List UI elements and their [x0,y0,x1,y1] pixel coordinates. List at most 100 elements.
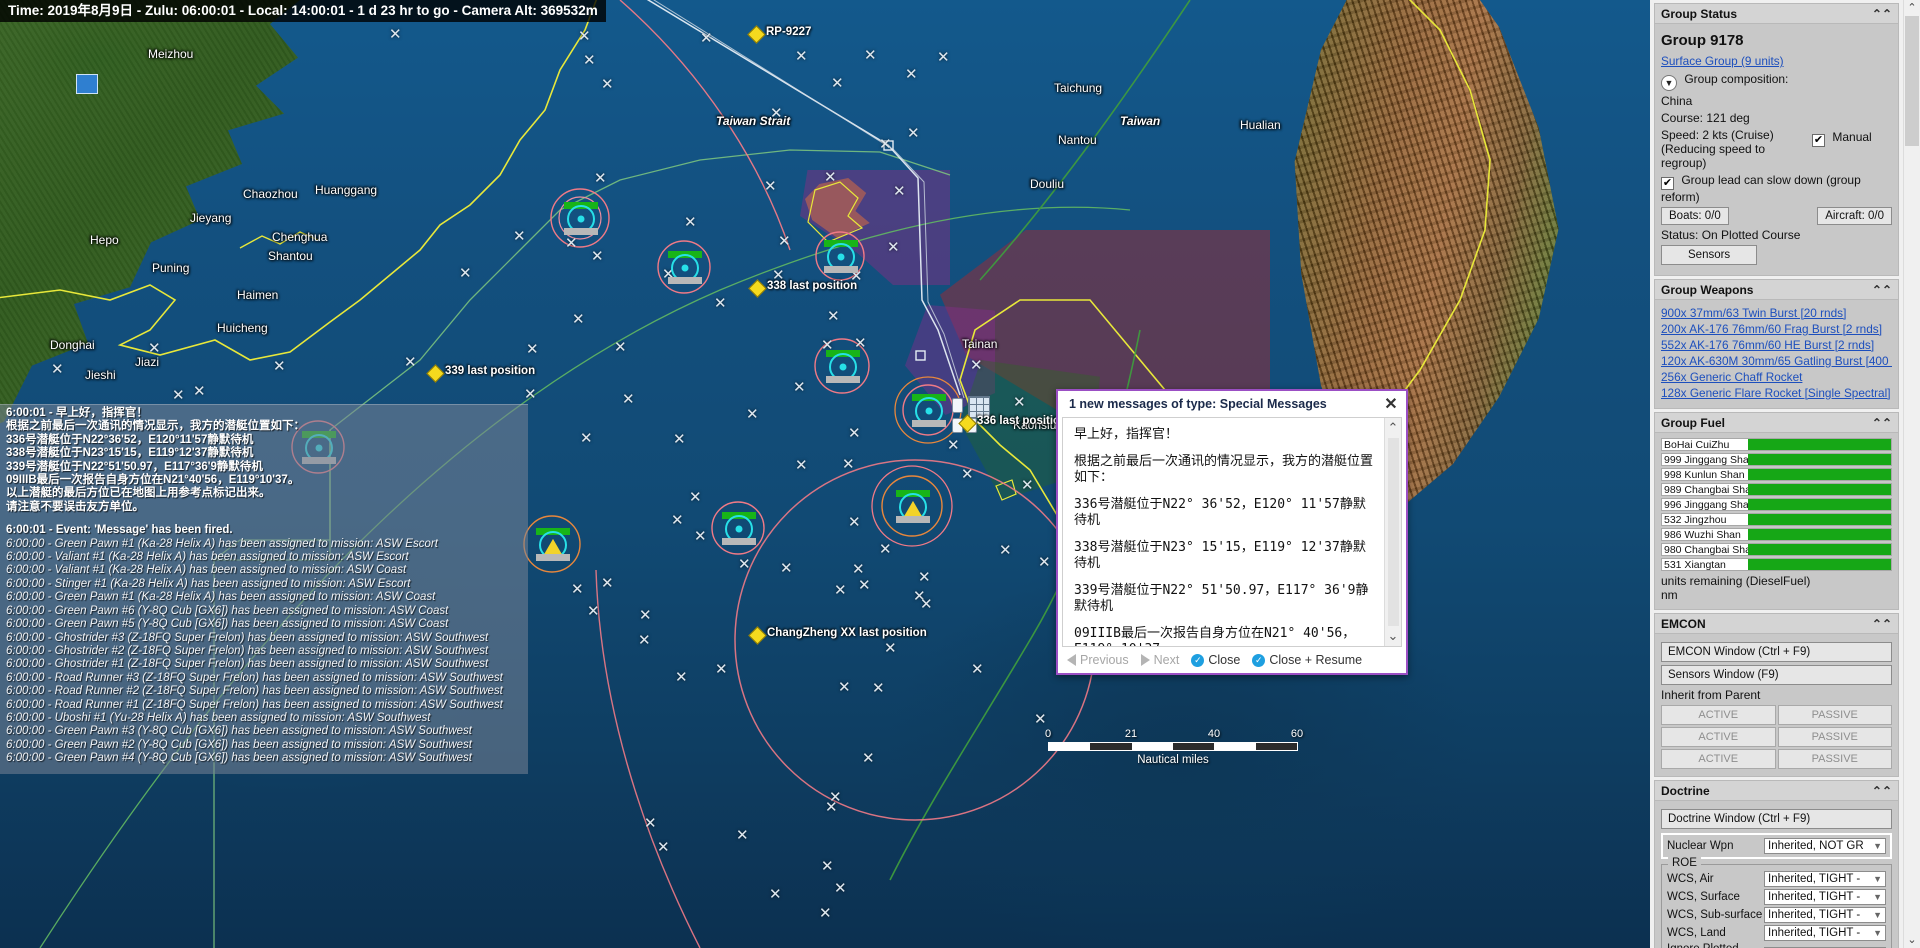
reference-point[interactable]: 339 last position [426,364,535,383]
scroll-thumb[interactable] [1905,16,1919,146]
chevron-up-icon[interactable]: ⌃⌃ [1872,283,1892,297]
airbase-icon[interactable] [968,396,990,418]
fuel-bar-track [1748,454,1891,465]
log-line: 6:00:00 - Green Pawn #1 (Ka-28 Helix A) … [6,537,438,550]
reference-point[interactable]: RP-9227 [747,25,811,44]
contact-x-icon: ✕ [834,582,847,599]
reference-point[interactable]: ChangZheng XX last position [748,626,927,645]
fuel-row: 531 Xiangtan [1661,558,1892,571]
emcon-passive-button[interactable]: PASSIVE [1777,749,1892,769]
group-speed-row: Speed: 2 kts (Cruise) (Reducing speed to… [1661,128,1892,170]
doctrine-window-button[interactable]: Doctrine Window (Ctrl + F9) [1661,809,1892,829]
unit-marker[interactable] [911,394,946,427]
reference-point-label: 336 last position [977,415,1068,427]
close-button[interactable]: ✓ Close [1187,652,1244,668]
chevron-up-icon[interactable]: ⌃⌃ [1872,617,1892,631]
unit-marker[interactable] [563,202,598,235]
section-header-group-status[interactable]: Group Status ⌃⌃ [1654,3,1899,24]
special-messages-dialog[interactable]: 1 new messages of type: Special Messages… [1056,389,1408,675]
unit-marker[interactable] [667,251,702,284]
unit-center-dot [839,363,846,370]
contact-x-icon: ✕ [834,880,847,897]
group-speed-line2: (Reducing speed to regroup) [1661,142,1766,170]
contact-x-icon: ✕ [842,456,855,473]
emcon-active-button[interactable]: ACTIVE [1661,727,1776,747]
chevron-up-icon[interactable]: ⌃⌃ [1872,416,1892,430]
group-type-link[interactable]: Surface Group (9 units) [1661,53,1892,69]
roe-select[interactable]: Inherited, TIGHT - ▼ [1764,889,1886,905]
unit-marker-air[interactable] [895,490,930,523]
contact-x-icon: ✕ [638,632,651,649]
fuel-unit-name: 986 Wuzhi Shan [1664,528,1741,541]
contact-x-icon: ✕ [872,680,885,697]
group-composition-row[interactable]: ▼ Group composition: [1661,72,1892,91]
roe-select[interactable]: Inherited, TIGHT - ▼ [1764,907,1886,923]
unit-name-bar [895,516,930,523]
contact-x-icon: ✕ [689,489,702,506]
emcon-sensors-window-button[interactable]: Sensors Window (F9) [1661,665,1892,685]
unit-marker[interactable] [825,350,860,383]
scale-tick: 0 [1044,728,1052,740]
facility-icon[interactable] [966,418,977,433]
nuclear-weapon-row: Nuclear Wpn Inherited, NOT GR ▼ [1661,833,1892,859]
weapon-link[interactable]: 200x AK-176 76mm/60 Frag Burst [2 rnds] [1661,321,1892,337]
unit-marker[interactable] [721,512,756,545]
aircraft-button[interactable]: Aircraft: 0/0 [1817,207,1892,225]
scroll-up-icon[interactable]: ⌃ [1904,0,1920,16]
weapon-link[interactable]: 120x AK-630M 30mm/65 Gatling Burst [400 … [1661,353,1892,369]
nuclear-select[interactable]: Inherited, NOT GR ▼ [1764,838,1886,854]
scroll-up-icon[interactable]: ⌃ [1388,420,1399,436]
unit-marker-air[interactable] [535,528,570,561]
sidebar-scrollbar[interactable]: ⌃ ⌄ [1903,0,1920,948]
emcon-passive-button[interactable]: PASSIVE [1777,705,1892,725]
roe-select[interactable]: Inherited, TIGHT - ▼ [1764,925,1886,941]
facility-icon[interactable] [952,398,963,413]
close-resume-button[interactable]: ✓ Close + Resume [1248,652,1366,668]
facility-icon[interactable] [952,418,963,433]
section-header-group-fuel[interactable]: Group Fuel ⌃⌃ [1654,412,1899,433]
emcon-active-button[interactable]: ACTIVE [1661,749,1776,769]
chevron-up-icon[interactable]: ⌃⌃ [1872,784,1892,798]
fuel-bar-fill [1748,529,1891,540]
airfield-icon[interactable] [76,74,98,94]
emcon-active-button[interactable]: ACTIVE [1661,705,1776,725]
roe-group: ROE WCS, Air Inherited, TIGHT - ▼ WCS, Surf… [1661,857,1892,948]
section-header-emcon[interactable]: EMCON ⌃⌃ [1654,613,1899,634]
emcon-window-button[interactable]: EMCON Window (Ctrl + F9) [1661,642,1892,662]
dialog-scrollbar[interactable]: ⌃ ⌄ [1384,418,1401,646]
unit-health-bar [911,394,946,401]
scroll-down-icon[interactable]: ⌄ [1904,932,1920,948]
unit-marker[interactable] [823,240,858,273]
scroll-down-icon[interactable]: ⌄ [1388,628,1399,644]
sensors-button[interactable]: Sensors [1661,245,1758,265]
right-sidebar[interactable]: Group Status ⌃⌃ Group 9178 Surface Group… [1650,0,1920,948]
close-icon[interactable]: ✕ [1380,394,1402,414]
emcon-passive-button[interactable]: PASSIVE [1777,727,1892,747]
scroll-track[interactable] [1387,438,1399,626]
message-log[interactable]: 6:00:01 - 早上好，指挥官！ 根据之前最后一次通讯的情况显示，我方的潜艇位… [0,404,528,774]
next-button[interactable]: Next [1137,652,1184,668]
chevron-up-icon[interactable]: ⌃⌃ [1872,7,1892,21]
group-reform-checkbox[interactable]: ✔ [1661,177,1674,190]
contact-x-icon: ✕ [848,425,861,442]
weapon-link[interactable]: 900x 37mm/63 Twin Burst [20 rnds] [1661,305,1892,321]
weapon-link[interactable]: 128x Generic Flare Rocket [Single Spectr… [1661,385,1892,401]
chevron-down-icon[interactable]: ▼ [1661,75,1677,91]
section-header-doctrine[interactable]: Doctrine ⌃⌃ [1654,780,1899,801]
weapon-link[interactable]: 256x Generic Chaff Rocket [1661,369,1892,385]
contact-x-icon: ✕ [565,235,578,252]
weapon-link[interactable]: 552x AK-176 76mm/60 HE Burst [2 rnds] [1661,337,1892,353]
contact-x-icon: ✕ [513,228,526,245]
manual-checkbox-wrap[interactable]: ✔ Manual [1812,128,1892,147]
reference-point-label: 339 last position [445,365,536,377]
section-header-group-weapons[interactable]: Group Weapons ⌃⌃ [1654,279,1899,300]
roe-select[interactable]: Inherited, TIGHT - ▼ [1764,871,1886,887]
previous-button[interactable]: Previous [1063,652,1133,668]
scroll-track[interactable] [1904,16,1920,932]
map-place-label: Huicheng [217,321,268,335]
reference-point[interactable]: 338 last position [748,279,857,298]
boats-button[interactable]: Boats: 0/0 [1661,207,1729,225]
log-line: 6:00:01 - Event: 'Message' has been fire… [6,524,233,537]
group-reform-row[interactable]: ✔ Group lead can slow down (group reform… [1661,173,1892,204]
manual-checkbox[interactable]: ✔ [1812,134,1825,147]
